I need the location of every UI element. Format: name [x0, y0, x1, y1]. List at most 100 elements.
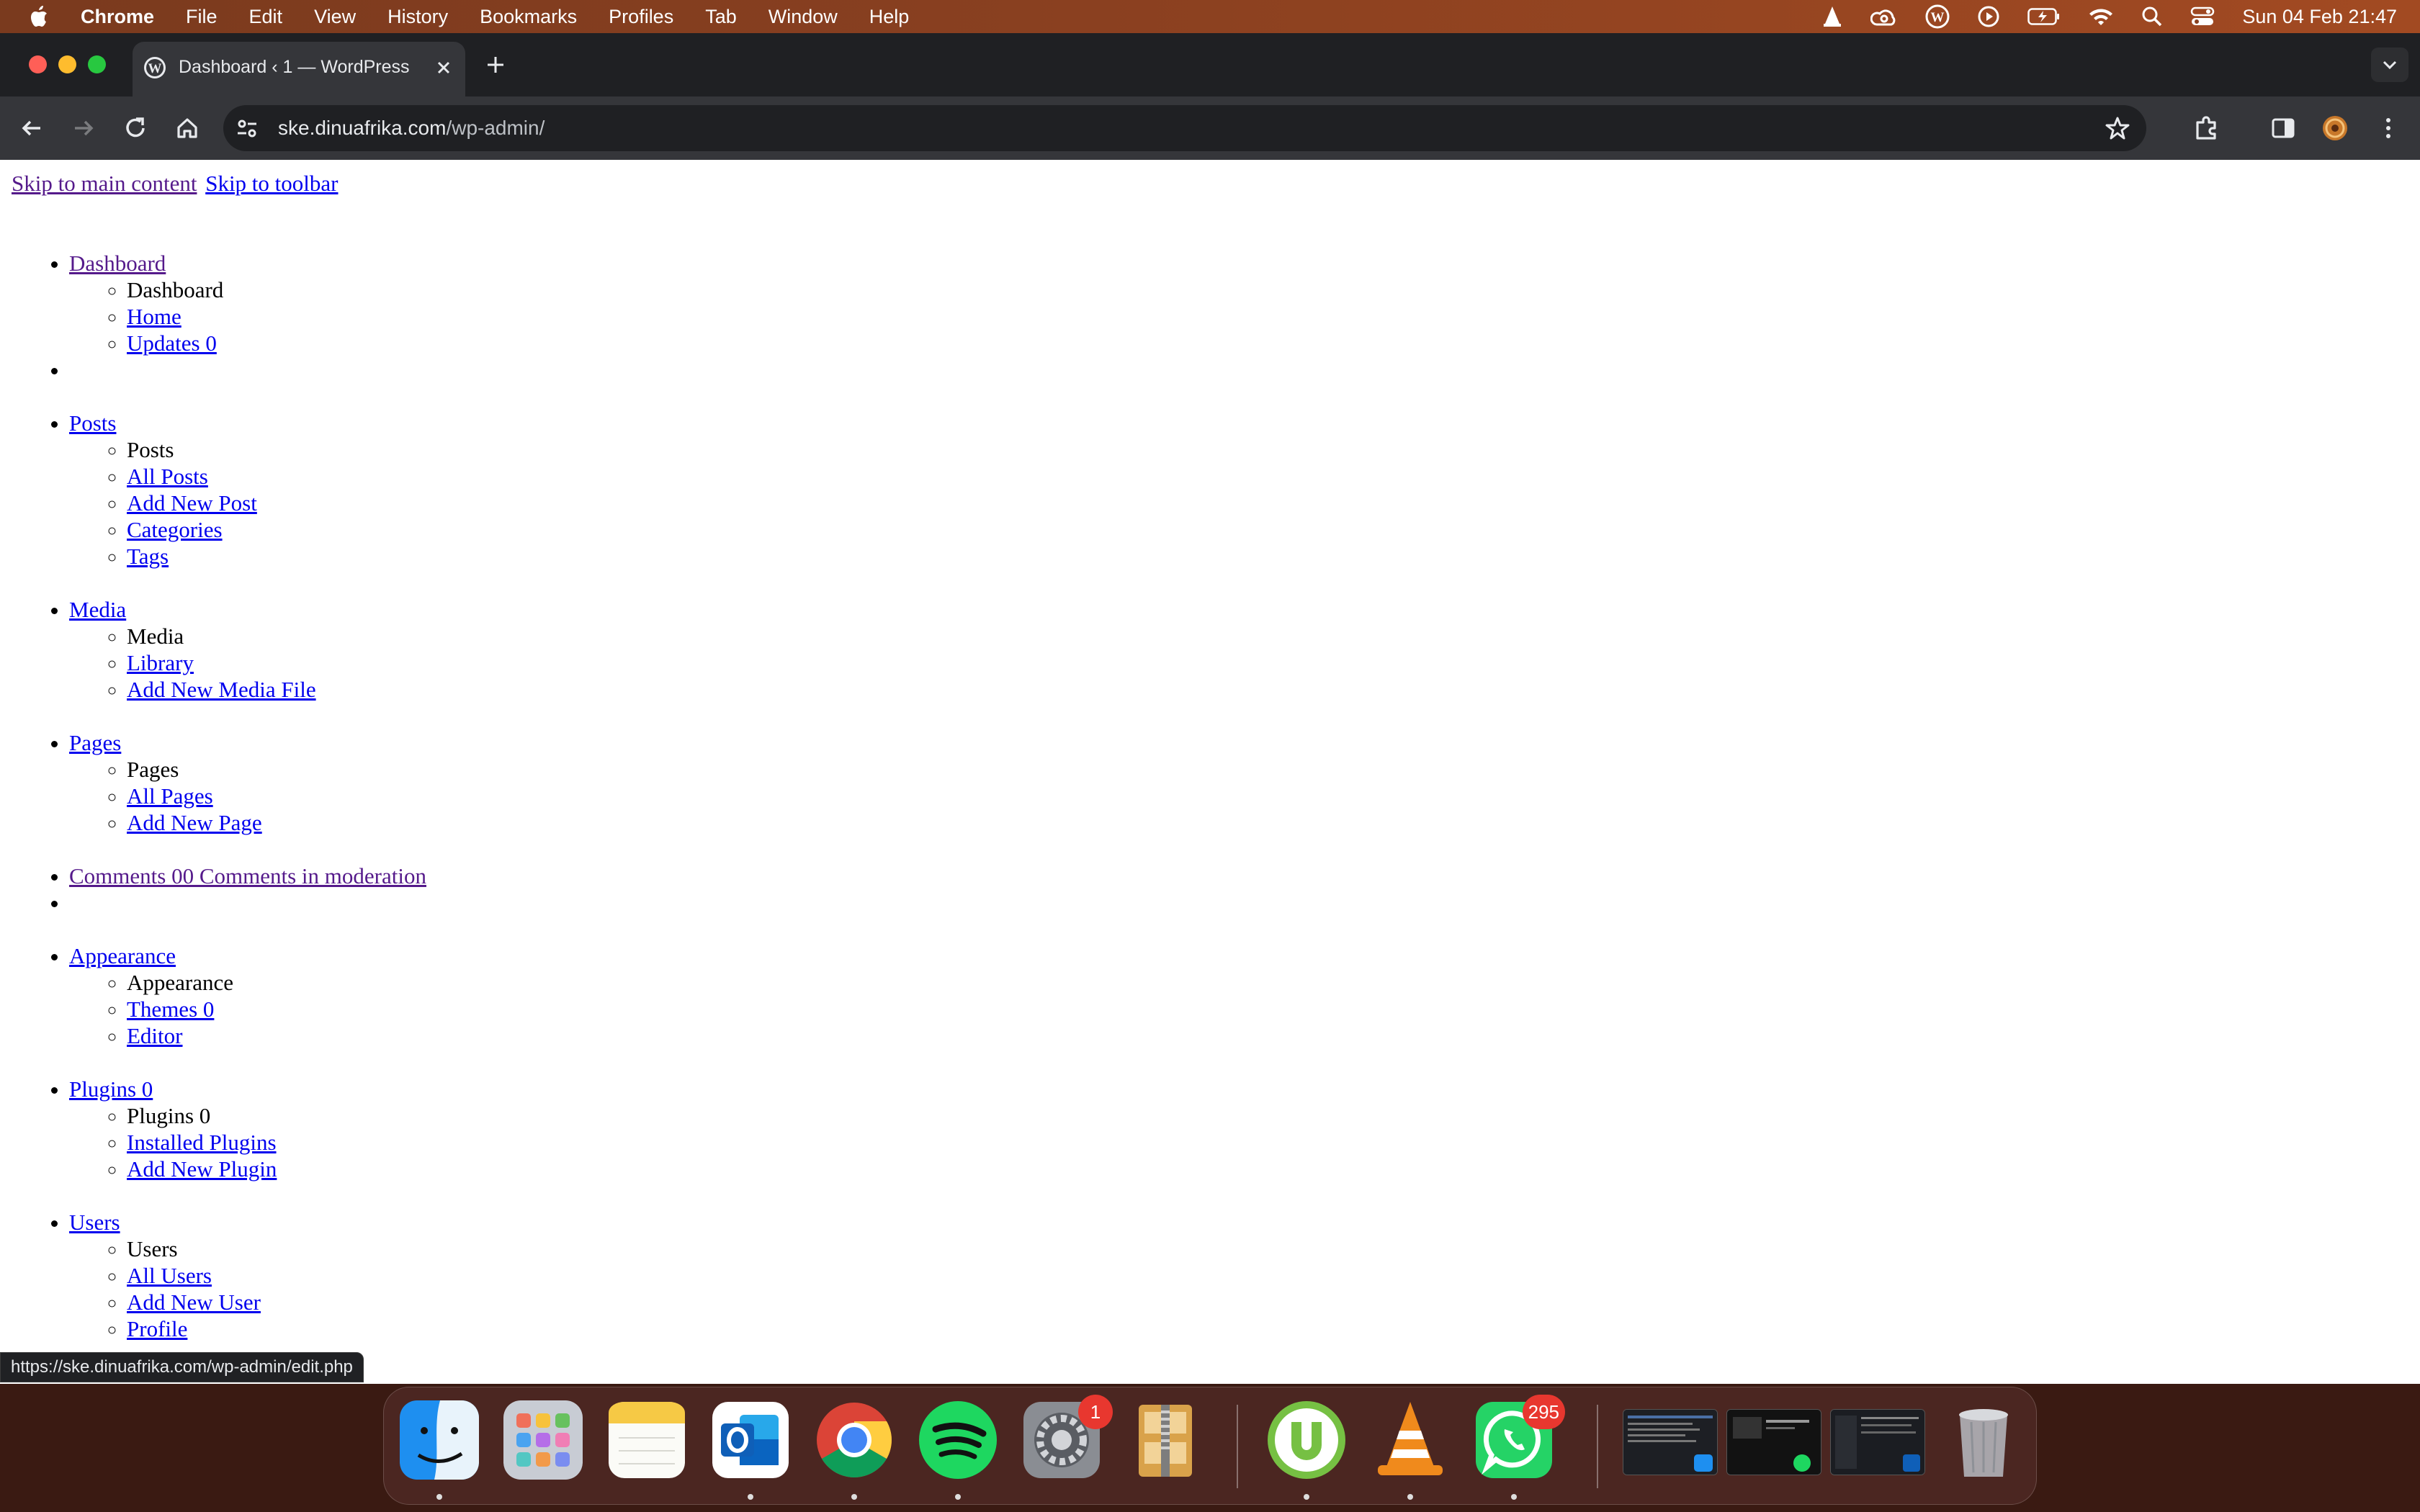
home-link[interactable]: Home [127, 304, 182, 329]
apple-menu-icon[interactable] [27, 4, 52, 30]
tags-link[interactable]: Tags [127, 544, 169, 569]
close-tab-icon[interactable] [429, 53, 458, 82]
outlook-icon[interactable] [708, 1398, 793, 1482]
add-new-user-link[interactable]: Add New User [127, 1290, 261, 1315]
bookmark-star-icon[interactable] [2105, 115, 2130, 141]
wordpress-status-icon[interactable]: W [1925, 4, 1950, 29]
forward-arrow-icon[interactable] [68, 112, 99, 144]
wifi-icon[interactable] [2088, 6, 2114, 27]
add-new-media-file-link[interactable]: Add New Media File [127, 677, 316, 702]
minimized-window-outlook[interactable] [1830, 1409, 1925, 1475]
menu-profiles[interactable]: Profiles [609, 6, 673, 28]
all-users-link[interactable]: All Users [127, 1263, 212, 1288]
all-pages-link[interactable]: All Pages [127, 783, 213, 809]
posts-link[interactable]: Posts [69, 410, 426, 436]
menubar-clock[interactable]: Sun 04 Feb 21:47 [2242, 6, 2397, 28]
reload-icon[interactable] [120, 112, 151, 144]
menu-item-comments: Comments 00 Comments in moderation [69, 836, 426, 889]
battery-icon[interactable] [2027, 7, 2061, 26]
menu-edit[interactable]: Edit [249, 6, 283, 28]
submenu-item: Profile [127, 1315, 426, 1342]
archive-utility-icon[interactable] [1123, 1398, 1208, 1482]
menu-tab[interactable]: Tab [705, 6, 737, 28]
submenu-item: All Pages [127, 783, 426, 809]
themes-link[interactable]: Themes 0 [127, 996, 214, 1022]
chrome-icon[interactable] [812, 1398, 897, 1482]
tab-active[interactable]: W Dashboard ‹ 1 — WordPress [133, 42, 465, 96]
menu-app-name[interactable]: Chrome [81, 6, 154, 28]
menubar-status-area: W Sun 04 Feb 21:47 [1821, 0, 2397, 33]
minimize-window-button[interactable] [58, 55, 76, 73]
all-posts-link[interactable]: All Posts [127, 464, 208, 489]
submenu-heading: Posts [127, 436, 426, 463]
add-new-post-link[interactable]: Add New Post [127, 490, 257, 516]
control-center-icon[interactable] [2190, 6, 2215, 27]
spotlight-search-icon[interactable] [2141, 6, 2163, 27]
skip-links: Skip to main content Skip to toolbar [12, 170, 341, 197]
new-tab-icon[interactable] [481, 50, 510, 79]
categories-link[interactable]: Categories [127, 517, 223, 542]
skip-to-toolbar-link[interactable]: Skip to toolbar [205, 171, 338, 196]
extensions-puzzle-icon[interactable] [2191, 112, 2223, 144]
tab-search-button[interactable] [2371, 48, 2408, 82]
minimized-window-spotify[interactable] [1726, 1409, 1821, 1475]
menu-help[interactable]: Help [869, 6, 910, 28]
notes-icon[interactable] [604, 1398, 689, 1482]
plugins-link[interactable]: Plugins 0 [69, 1076, 426, 1102]
menu-history[interactable]: History [387, 6, 448, 28]
whatsapp-app[interactable]: 295 [1471, 1395, 1565, 1482]
menu-file[interactable]: File [186, 6, 218, 28]
dashboard-link[interactable]: Dashboard [69, 250, 426, 276]
spotify-running-indicator [955, 1494, 961, 1500]
submenu-item: Installed Plugins [127, 1129, 426, 1156]
utorrent-running-indicator [1304, 1494, 1309, 1500]
more-menu-icon[interactable] [2372, 112, 2404, 144]
add-new-page-link[interactable]: Add New Page [127, 810, 262, 835]
close-window-button[interactable] [29, 55, 47, 73]
updates-link[interactable]: Updates 0 [127, 330, 217, 356]
utorrent-icon[interactable] [1264, 1398, 1349, 1482]
comments-link[interactable]: Comments 00 Comments in moderation [69, 863, 426, 889]
posts-submenu: Posts All Posts Add New Post Categories … [69, 436, 426, 570]
tab-title: Dashboard ‹ 1 — WordPress [179, 57, 410, 77]
menu-item-posts: Posts Posts All Posts Add New Post Categ… [69, 383, 426, 570]
users-link[interactable]: Users [69, 1209, 426, 1236]
zoom-window-button[interactable] [88, 55, 106, 73]
creative-cloud-icon[interactable] [1870, 6, 1898, 27]
add-new-plugin-link[interactable]: Add New Plugin [127, 1156, 277, 1182]
installed-plugins-link[interactable]: Installed Plugins [127, 1130, 277, 1155]
home-icon[interactable] [171, 112, 203, 144]
media-link[interactable]: Media [69, 596, 426, 623]
menu-view[interactable]: View [314, 6, 356, 28]
users-submenu: Users All Users Add New User Profile [69, 1236, 426, 1342]
menu-item-media: Media Media Library Add New Media File [69, 570, 426, 703]
vlc-icon[interactable] [1368, 1398, 1453, 1482]
appearance-link[interactable]: Appearance [69, 942, 426, 969]
minimized-window-finder[interactable] [1623, 1409, 1718, 1475]
editor-link[interactable]: Editor [127, 1023, 183, 1048]
submenu-item: Tags [127, 543, 426, 570]
back-arrow-icon[interactable] [16, 112, 48, 144]
pages-link[interactable]: Pages [69, 729, 426, 756]
trash-icon[interactable] [1941, 1398, 2026, 1482]
submenu-heading: Plugins 0 [127, 1102, 426, 1129]
vlc-status-icon[interactable] [1821, 5, 1843, 28]
address-bar[interactable]: ske.dinuafrika.com/wp-admin/ [223, 105, 2146, 151]
window-thumbnail-icon [1623, 1410, 1717, 1475]
finder-icon[interactable] [397, 1398, 482, 1482]
submenu-item: Add New Plugin [127, 1156, 426, 1182]
library-link[interactable]: Library [127, 650, 194, 675]
profile-link[interactable]: Profile [127, 1316, 187, 1341]
plugins-submenu: Plugins 0 Installed Plugins Add New Plug… [69, 1102, 426, 1182]
url-path: /wp-admin/ [446, 117, 545, 139]
system-settings-app[interactable]: 1 [1019, 1395, 1113, 1482]
profile-avatar-icon[interactable] [2319, 112, 2351, 144]
menu-bookmarks[interactable]: Bookmarks [480, 6, 577, 28]
site-settings-icon[interactable] [233, 115, 261, 141]
spotify-icon[interactable] [915, 1398, 1000, 1482]
skip-to-main-content-link[interactable]: Skip to main content [12, 171, 197, 196]
menu-window[interactable]: Window [768, 6, 838, 28]
media-play-icon[interactable] [1977, 5, 2000, 28]
launchpad-icon[interactable] [501, 1398, 586, 1482]
side-panel-icon[interactable] [2267, 112, 2299, 144]
